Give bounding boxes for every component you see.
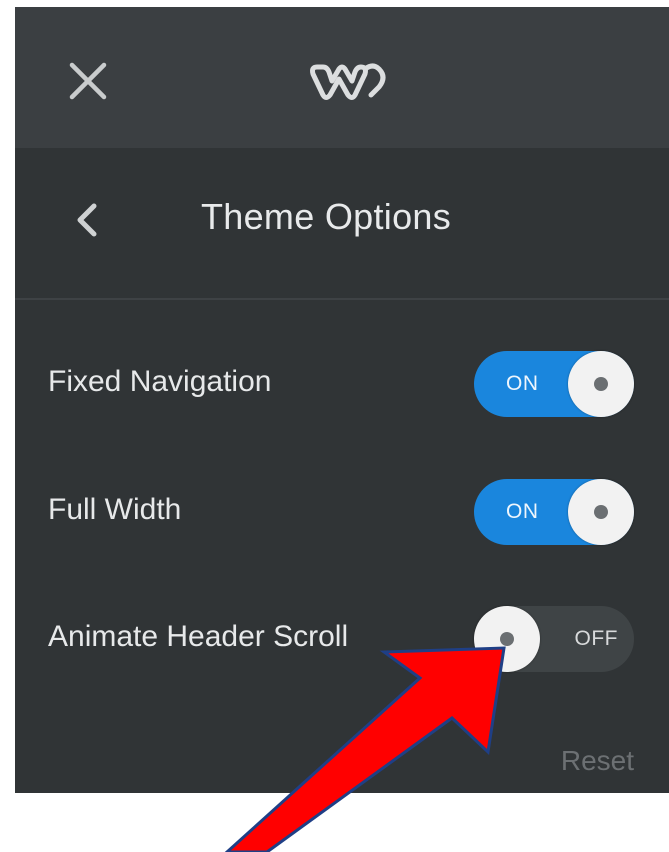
theme-options-panel: Theme Options Fixed Navigation ON Full W… — [15, 7, 669, 793]
option-label: Fixed Navigation — [48, 365, 272, 398]
toggle-state-text: ON — [506, 372, 539, 395]
close-icon[interactable] — [68, 61, 108, 101]
page-title: Theme Options — [201, 196, 452, 237]
animate-header-scroll-toggle[interactable]: OFF — [474, 606, 634, 672]
toggle-state-text: ON — [506, 500, 539, 523]
full-width-toggle[interactable]: ON — [474, 479, 634, 545]
option-label: Animate Header Scroll — [48, 620, 349, 653]
option-label: Full Width — [48, 493, 182, 526]
toggle-knob — [568, 351, 634, 417]
weebly-logo-icon — [310, 63, 386, 100]
panel-header: Theme Options — [15, 148, 669, 300]
fixed-navigation-toggle[interactable]: ON — [474, 351, 634, 417]
reset-link[interactable]: Reset — [561, 745, 634, 777]
top-bar — [15, 7, 669, 148]
toggle-knob — [568, 479, 634, 545]
option-row-full-width: Full Width ON — [15, 473, 669, 553]
chevron-left-icon[interactable] — [70, 200, 104, 240]
toggle-state-text: OFF — [574, 627, 618, 650]
option-row-fixed-navigation: Fixed Navigation ON — [15, 345, 669, 425]
toggle-knob — [474, 606, 540, 672]
option-row-animate-header-scroll: Animate Header Scroll OFF — [15, 600, 669, 680]
